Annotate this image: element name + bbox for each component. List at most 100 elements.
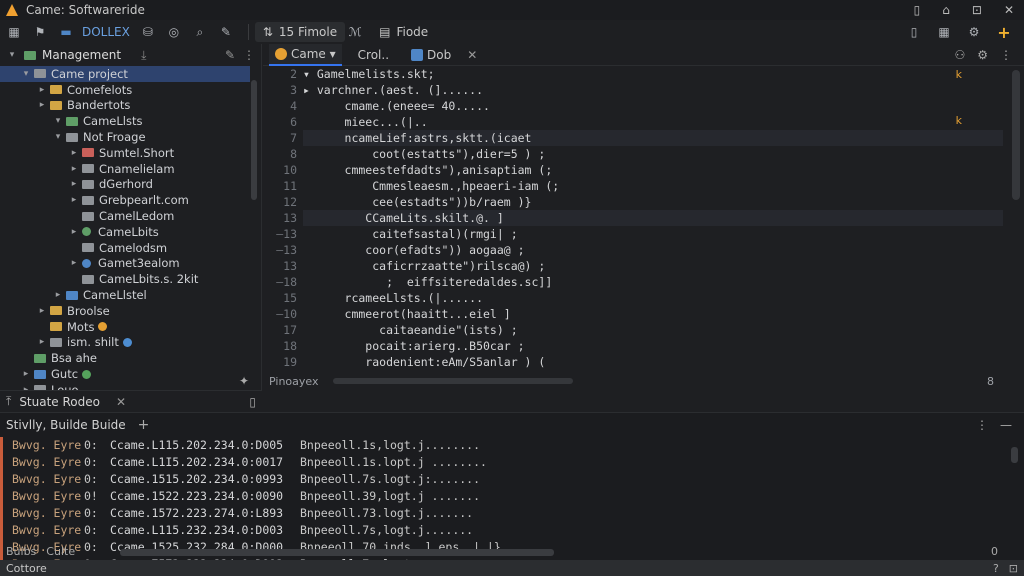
- build-vscrollbar[interactable]: [1011, 447, 1018, 463]
- add-icon[interactable]: +: [994, 22, 1014, 42]
- log-row[interactable]: Bwvg. Eyre 0: Ccame.L115.202.234.0:D005 Bnp…: [0, 437, 1000, 454]
- close-icon[interactable]: ✕: [116, 395, 126, 409]
- tree-item[interactable]: Mots: [0, 319, 250, 335]
- run-config-tab[interactable]: ⇅ 15 Fimole: [254, 22, 346, 42]
- tree-toggle-icon[interactable]: ▸: [52, 290, 64, 300]
- code-line[interactable]: coot(estatts"),dier=5 ) ;: [303, 146, 1003, 162]
- code-line[interactable]: caitaeandie"(ists) ;: [303, 322, 1003, 338]
- editor-hscrollbar[interactable]: [333, 378, 573, 384]
- tree-item[interactable]: ▸ Grebpearlt.com: [0, 192, 250, 208]
- tree-item[interactable]: ▸ Broolse: [0, 303, 250, 319]
- tree-item[interactable]: Bsa ahe: [0, 350, 250, 366]
- tree-item[interactable]: ▸ CameLbits: [0, 224, 250, 240]
- line-number[interactable]: 18: [263, 338, 297, 354]
- code-line[interactable]: coor(efadts")) aogaa@ ;: [303, 242, 1003, 258]
- file-icon[interactable]: ▯: [249, 395, 256, 409]
- editor-tab-crol[interactable]: Crol..: [352, 44, 395, 66]
- structure-label[interactable]: Stuate Rodeo: [19, 395, 100, 409]
- tree-item[interactable]: ▸ Cnamelielam: [0, 161, 250, 177]
- collapse-icon[interactable]: ▾: [6, 50, 18, 60]
- line-number[interactable]: 2: [263, 66, 297, 82]
- expand-icon[interactable]: ⤓: [141, 48, 146, 63]
- code-line[interactable]: ▸ varchner.(aest. (]......: [303, 82, 1003, 98]
- maximize-icon[interactable]: ⊡: [972, 3, 982, 17]
- breadcrumb[interactable]: Pinoayex: [269, 375, 318, 388]
- tree-toggle-icon[interactable]: ▸: [36, 85, 48, 95]
- tree-toggle-icon[interactable]: ▸: [68, 258, 80, 268]
- tree-item[interactable]: ▸ Bandertots: [0, 98, 250, 114]
- layout-icon[interactable]: ▦: [4, 22, 24, 42]
- line-number[interactable]: 17: [263, 322, 297, 338]
- tree-toggle-icon[interactable]: ▾: [20, 69, 32, 79]
- globe-icon[interactable]: ◎: [164, 22, 184, 42]
- settings-icon[interactable]: ⚙: [977, 48, 988, 62]
- line-number[interactable]: 8: [263, 146, 297, 162]
- tree-item[interactable]: Camelodsm: [0, 240, 250, 256]
- line-number[interactable]: —13: [263, 242, 297, 258]
- tree-toggle-icon[interactable]: ▸: [68, 227, 80, 237]
- build-subtab[interactable]: Buibs: [6, 545, 36, 558]
- tree-item[interactable]: ▾ CameLlsts: [0, 113, 250, 129]
- pin-icon[interactable]: ✎: [216, 22, 236, 42]
- help-icon[interactable]: ?: [993, 562, 999, 575]
- tree-toggle-icon[interactable]: ▸: [68, 164, 80, 174]
- code-line[interactable]: cee(estadts"))b/raem )}: [303, 194, 1003, 210]
- warning-marker-icon[interactable]: k: [956, 68, 962, 81]
- build-subtab[interactable]: Culte: [46, 545, 75, 558]
- account-icon[interactable]: ⌂: [942, 3, 950, 17]
- minimize-icon[interactable]: ▯: [914, 3, 921, 17]
- code-line[interactable]: CCameLits.skilt.@. ]: [303, 210, 1003, 226]
- build-title[interactable]: Stivlly, Builde Buide: [6, 418, 126, 432]
- more-icon[interactable]: ⋮: [243, 48, 255, 62]
- people-icon[interactable]: ⚇: [954, 48, 965, 62]
- line-number[interactable]: 12: [263, 194, 297, 210]
- project-scrollbar[interactable]: [251, 80, 257, 200]
- log-row[interactable]: Bwvg. Eyre 0: Ccame.L1I5.202.234.0:0017 Bnp…: [0, 454, 1000, 471]
- grid-icon[interactable]: ▦: [934, 22, 954, 42]
- line-number[interactable]: 19: [263, 354, 297, 370]
- database-icon[interactable]: ⛁: [138, 22, 158, 42]
- code-line[interactable]: ; eiffsiteredaldes.sc]]: [303, 274, 1003, 290]
- line-number[interactable]: 3: [263, 82, 297, 98]
- log-row[interactable]: Bwvg. Eyre 0: Ccame.1515.202.234.0:0993 Bnp…: [0, 471, 1000, 488]
- tree-item[interactable]: ▸ ism. shilt: [0, 335, 250, 351]
- log-row[interactable]: Bwvg. Eyre 0: Ccame.L115.232.234.0:D003 Bnp…: [0, 522, 1000, 539]
- code-line[interactable]: cmmeestefdadts"),anisaptiam (;: [303, 162, 1003, 178]
- code-line[interactable]: raodenient:eAm/S5anlar ) (: [303, 354, 1003, 370]
- add-tab-icon[interactable]: +: [138, 417, 150, 433]
- editor-tab-dob[interactable]: Dob: [405, 44, 457, 66]
- tree-toggle-icon[interactable]: ▾: [52, 132, 64, 142]
- code-area[interactable]: ▾ Gamelmelists.skt; ▸ varchner.(aest. (].…: [303, 66, 1003, 370]
- log-row[interactable]: Bwvg. Eyre 0: Ccame.1572.223.274.0:L893 Bnp…: [0, 505, 1000, 522]
- tree-item[interactable]: ▸ CameLlstel: [0, 287, 250, 303]
- other-config-tab[interactable]: ▤ Fiode: [371, 22, 436, 42]
- tree-toggle-icon[interactable]: ▸: [36, 100, 48, 110]
- code-line[interactable]: cmame.(eneee= 40.....: [303, 98, 1003, 114]
- tree-item[interactable]: ▸ Gutc: [0, 366, 250, 382]
- tree-toggle-icon[interactable]: ▸: [68, 148, 80, 158]
- code-line[interactable]: rcameeLlsts.(|......: [303, 290, 1003, 306]
- settings-icon[interactable]: ⚙: [964, 22, 984, 42]
- tree-item[interactable]: CamelLedom: [0, 208, 250, 224]
- code-line[interactable]: ncameLief:astrs,sktt.(icaet: [303, 130, 1003, 146]
- code-line[interactable]: ▾ Gamelmelists.skt;: [303, 66, 1003, 82]
- more-icon[interactable]: ⋮: [976, 418, 988, 432]
- tree-item[interactable]: ▸ Comefelots: [0, 82, 250, 98]
- log-row[interactable]: Bwvg. Eyre 0! Ccame.1522.223.234.0:0090 Bnp…: [0, 488, 1000, 505]
- star-icon[interactable]: ✦: [239, 374, 249, 388]
- tree-item[interactable]: ▾ Came project: [0, 66, 250, 82]
- tree-toggle-icon[interactable]: ▸: [68, 179, 80, 189]
- line-number[interactable]: 11: [263, 178, 297, 194]
- close-tab-icon[interactable]: ✕: [467, 48, 477, 62]
- pencil-icon[interactable]: ℳ: [345, 22, 365, 42]
- warning-marker-icon[interactable]: k: [956, 114, 962, 127]
- line-number[interactable]: —10: [263, 306, 297, 322]
- code-line[interactable]: caitefsastal)(rmgi| ;: [303, 226, 1003, 242]
- line-number[interactable]: 10: [263, 162, 297, 178]
- code-line[interactable]: mieec...(|..: [303, 114, 1003, 130]
- minimize-panel-icon[interactable]: —: [1000, 418, 1012, 432]
- tree-toggle-icon[interactable]: ▾: [52, 116, 64, 126]
- editor-scrollbar[interactable]: [1012, 70, 1020, 200]
- file-icon[interactable]: ▯: [904, 22, 924, 42]
- notifications-icon[interactable]: ⊡: [1009, 562, 1018, 575]
